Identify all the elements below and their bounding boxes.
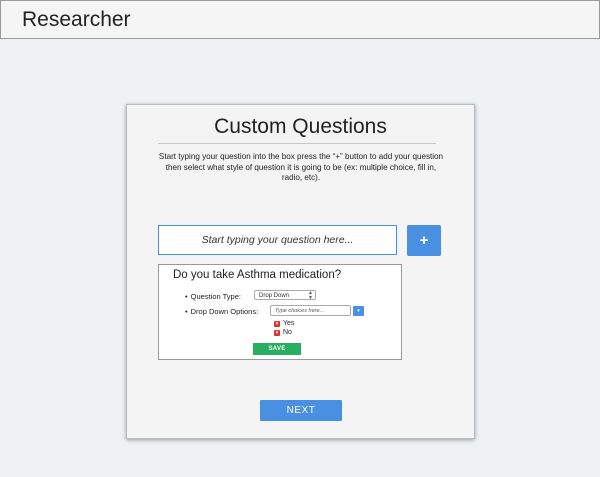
- choice-item: × Yes: [274, 320, 294, 327]
- dropdown-options-label: Drop Down Options:: [190, 307, 259, 316]
- bullet-icon: •: [185, 307, 188, 316]
- question-type-label: Question Type:: [190, 292, 241, 301]
- app-header: Researcher: [0, 0, 600, 39]
- add-question-button[interactable]: +: [407, 225, 441, 256]
- remove-icon[interactable]: ×: [274, 320, 280, 327]
- next-button[interactable]: NEXT: [260, 400, 342, 421]
- question-input[interactable]: [158, 225, 397, 255]
- question-type-value: Drop Down: [259, 293, 290, 299]
- dropdown-options-row: • Drop Down Options:: [185, 307, 258, 316]
- choice-input[interactable]: [270, 305, 351, 316]
- question-text: Do you take Asthma medication?: [173, 269, 342, 281]
- page-title: Custom Questions: [214, 115, 387, 138]
- question-type-row: • Question Type:: [185, 292, 241, 301]
- choice-item: × No: [274, 329, 292, 336]
- question-editor: Do you take Asthma medication? • Questio…: [158, 264, 402, 360]
- add-choice-button[interactable]: ▾: [353, 306, 364, 316]
- bullet-icon: •: [185, 292, 188, 301]
- title-divider: [158, 143, 436, 144]
- app-title: Researcher: [22, 8, 131, 31]
- select-arrows-icon: ▲ ▼: [308, 290, 313, 301]
- choice-label: No: [283, 329, 292, 336]
- remove-icon[interactable]: ×: [274, 329, 280, 336]
- question-type-select[interactable]: Drop Down ▲ ▼: [254, 290, 316, 301]
- save-button[interactable]: SAVE: [253, 343, 301, 355]
- choice-label: Yes: [283, 320, 295, 327]
- custom-questions-card: Custom Questions Start typing your quest…: [126, 104, 475, 439]
- chevron-down-icon: ▾: [357, 308, 360, 314]
- instructions-text: Start typing your question into the box …: [158, 152, 444, 182]
